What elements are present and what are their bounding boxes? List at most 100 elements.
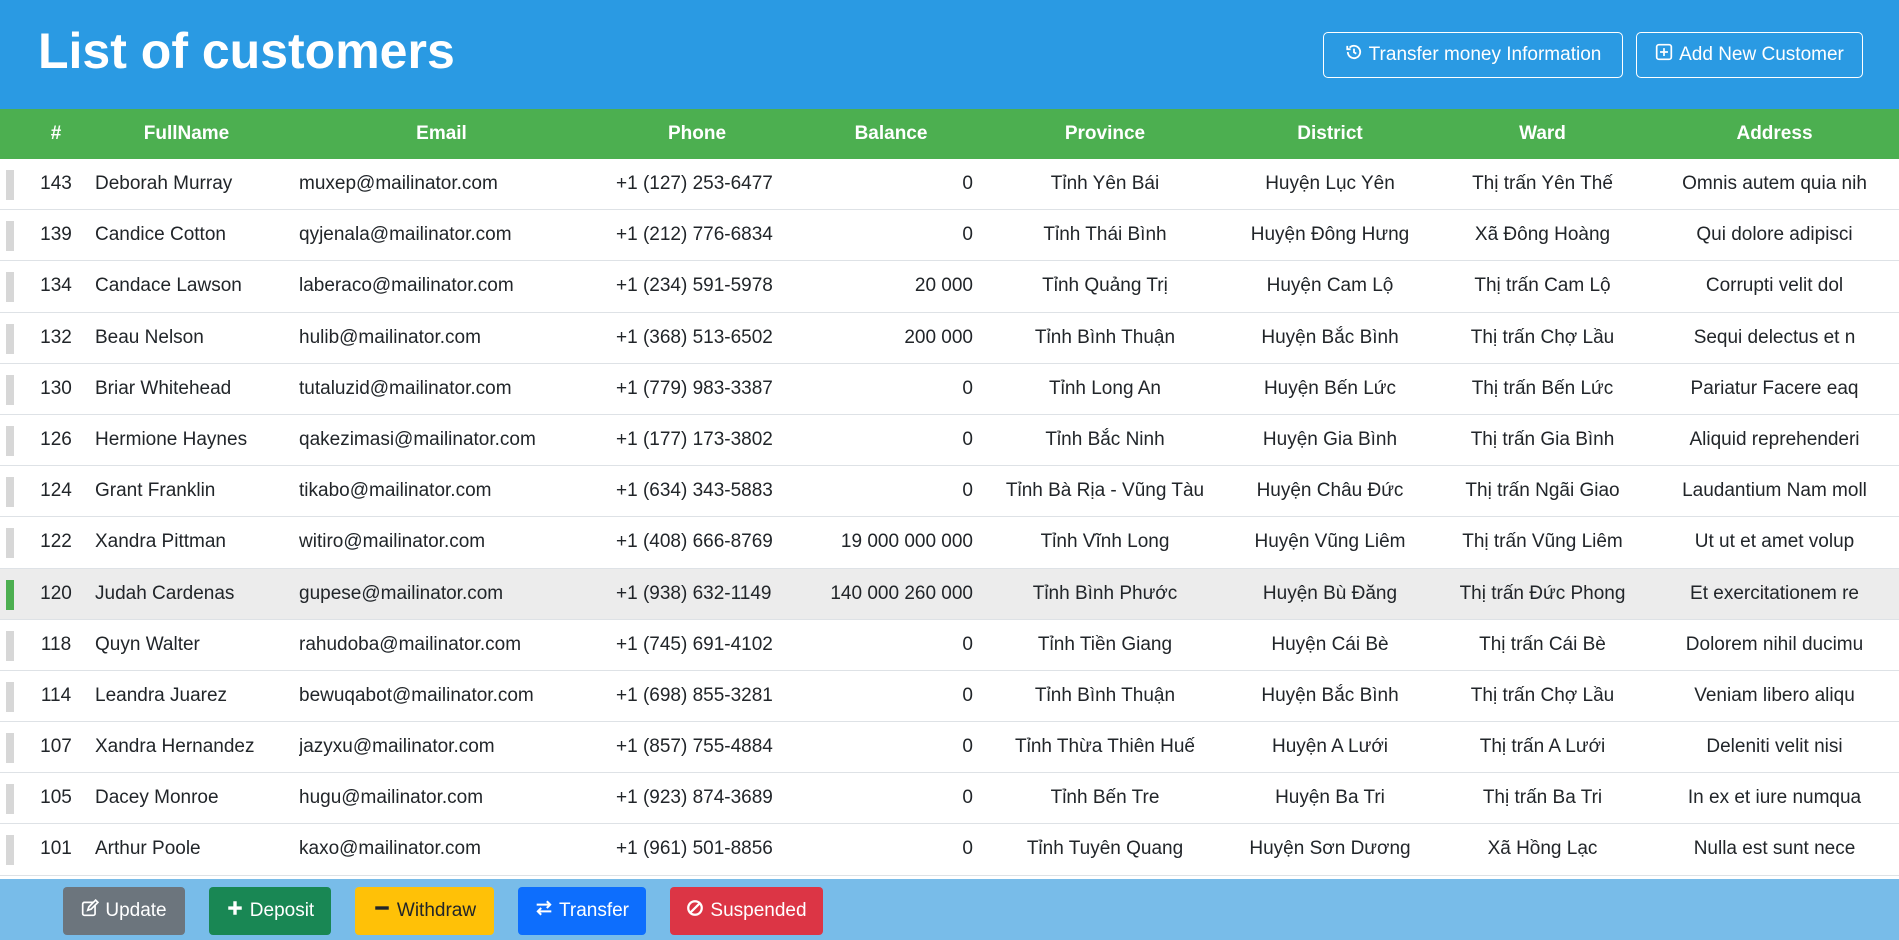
cell-fullname: Xandra Hernandez <box>95 736 255 758</box>
transfer-label: Transfer <box>558 900 630 921</box>
add-customer-label: Add New Customer <box>1679 44 1844 65</box>
cell-address: Dolorem nihil ducimu <box>1685 633 1864 655</box>
cell-phone: +1 (938) 632-1149 <box>616 582 772 604</box>
minus-icon <box>373 899 391 923</box>
cell-balance: 0 <box>962 633 973 655</box>
exchange-icon <box>535 899 553 923</box>
row-select-marker <box>6 221 14 252</box>
cell-fullname: Hermione Haynes <box>95 428 248 450</box>
cell-phone: +1 (857) 755-4884 <box>616 736 773 758</box>
cell-email: muxep@mailinator.com <box>299 173 498 194</box>
update-label: Update <box>105 900 167 921</box>
history-icon <box>1345 43 1363 67</box>
cell-balance: 0 <box>962 480 973 502</box>
cell-fullname: Candace Lawson <box>95 275 242 297</box>
cell-fullname: Judah Cardenas <box>95 582 235 604</box>
cell-id: 114 <box>40 684 72 706</box>
cell-province: Tỉnh Long An <box>1049 377 1161 399</box>
table-row[interactable]: 122 Xandra Pittman witiro@mailinator.com +1… <box>0 517 1899 569</box>
cell-ward: Xã Hồng Lạc <box>1487 838 1598 860</box>
deposit-button[interactable]: Deposit <box>209 887 331 935</box>
row-select-marker <box>6 733 14 764</box>
cell-ward: Thị trấn Yên Thế <box>1472 173 1613 194</box>
transfer-info-button[interactable]: Transfer money Information <box>1323 32 1623 78</box>
cell-province: Tỉnh Yên Bái <box>1050 173 1160 194</box>
cell-ward: Thị trấn Chợ Lầu <box>1470 326 1615 348</box>
page-header: List of customers Transfer money Informa… <box>0 0 1899 109</box>
cell-district: Huyện Đông Hưng <box>1250 224 1410 246</box>
table-row[interactable]: 107 Xandra Hernandez jazyxu@mailinator.com… <box>0 722 1899 774</box>
cell-balance: 0 <box>962 736 973 758</box>
table-row[interactable]: 132 Beau Nelson hulib@mailinator.com +1 (36… <box>0 312 1899 364</box>
suspended-button[interactable]: Suspended <box>670 887 823 935</box>
cell-ward: Thị trấn Vũng Liêm <box>1462 531 1623 553</box>
column-header-email: Email <box>416 123 467 144</box>
cell-phone: +1 (177) 173-3802 <box>616 428 773 450</box>
cell-ward: Thị trấn Cam Lộ <box>1474 275 1611 297</box>
table-row[interactable]: 126 Hermione Haynes qakezimasi@mailinator.… <box>0 414 1899 467</box>
table-row[interactable]: 139 Candice Cotton qyjenala@mailinator.com… <box>0 210 1899 262</box>
table-row[interactable]: 143 Deborah Murray muxep@mailinator.com +1 … <box>0 159 1899 211</box>
table-row[interactable]: 124 Grant Franklin tikabo@mailinator.com +1… <box>0 466 1899 518</box>
add-customer-button[interactable]: Add New Customer <box>1636 32 1863 78</box>
cell-phone: +1 (634) 343-5883 <box>616 480 773 502</box>
cell-province: Tỉnh Tiền Giang <box>1037 633 1173 655</box>
cell-phone: +1 (212) 776-6834 <box>616 224 773 246</box>
row-select-marker <box>6 477 14 508</box>
column-header-address: Address <box>1736 123 1813 144</box>
cell-district: Huyện Sơn Dương <box>1249 838 1411 860</box>
table-row[interactable]: 130 Briar Whitehead tutaluzid@mailinator.c… <box>0 363 1899 415</box>
cell-district: Huyện Châu Đức <box>1256 480 1404 502</box>
cell-district: Huyện Bắc Bình <box>1261 684 1399 706</box>
cell-balance: 20 000 <box>914 275 973 297</box>
transfer-button[interactable]: Transfer <box>518 887 646 935</box>
cell-district: Huyện Ba Tri <box>1275 787 1385 809</box>
cell-id: 107 <box>40 736 72 758</box>
table-row[interactable]: 105 Dacey Monroe hugu@mailinator.com +1 (92… <box>0 773 1899 825</box>
cell-phone: +1 (698) 855-3281 <box>616 684 773 706</box>
row-select-marker <box>6 374 14 405</box>
cell-email: witiro@mailinator.com <box>299 531 486 553</box>
edit-icon <box>81 898 100 923</box>
cell-ward: Thị trấn Đức Phong <box>1459 582 1626 604</box>
cell-email: gupese@mailinator.com <box>299 582 504 604</box>
cell-email: rahudoba@mailinator.com <box>299 633 522 655</box>
cell-phone: +1 (127) 253-6477 <box>616 173 773 194</box>
cell-district: Huyện Bến Lức <box>1263 377 1397 399</box>
row-select-marker <box>6 681 14 712</box>
cell-email: tutaluzid@mailinator.com <box>299 377 512 399</box>
cell-email: hugu@mailinator.com <box>299 787 484 809</box>
cell-fullname: Briar Whitehead <box>95 377 232 399</box>
transfer-info-label: Transfer money Information <box>1368 44 1602 65</box>
cell-district: Huyện A Lưới <box>1271 736 1389 758</box>
table-row[interactable]: 134 Candace Lawson laberaco@mailinator.com… <box>0 261 1899 313</box>
update-button[interactable]: Update <box>63 887 185 935</box>
cell-id: 105 <box>40 787 72 809</box>
deposit-label: Deposit <box>249 900 315 921</box>
table-row[interactable]: 118 Quyn Walter rahudoba@mailinator.com +1 … <box>0 619 1899 671</box>
cell-address: Et exercitationem re <box>1690 582 1859 604</box>
cell-phone: +1 (368) 513-6502 <box>616 326 773 348</box>
cell-district: Huyện Bắc Bình <box>1261 326 1399 348</box>
cell-ward: Thị trấn Bến Lức <box>1471 377 1614 399</box>
cell-address: Omnis autem quia nih <box>1682 173 1867 194</box>
row-select-marker <box>6 425 14 456</box>
cell-balance: 0 <box>962 838 973 860</box>
cell-fullname: Xandra Pittman <box>95 531 226 553</box>
column-header-id: # <box>50 123 62 144</box>
cell-province: Tỉnh Thừa Thiên Huế <box>1015 736 1195 758</box>
cell-phone: +1 (408) 666-8769 <box>616 531 773 553</box>
table-row[interactable]: 101 Arthur Poole kaxo@mailinator.com +1 (96… <box>0 824 1899 876</box>
cell-id: 143 <box>40 173 72 194</box>
cell-province: Tỉnh Bà Rịa - Vũng Tàu <box>1005 480 1205 502</box>
cell-fullname: Leandra Juarez <box>95 684 228 706</box>
column-header-district: District <box>1297 123 1363 144</box>
cell-email: laberaco@mailinator.com <box>299 275 514 297</box>
cell-ward: Thị trấn Gia Bình <box>1470 428 1615 450</box>
withdraw-button[interactable]: Withdraw <box>355 887 494 935</box>
table-row[interactable]: 114 Leandra Juarez bewuqabot@mailinator.co… <box>0 670 1899 723</box>
plus-square-icon <box>1655 43 1673 67</box>
cell-address: Corrupti velit dol <box>1705 275 1844 297</box>
cell-address: Nulla est sunt nece <box>1693 838 1856 860</box>
table-row[interactable]: 120 Judah Cardenas gupese@mailinator.com +1… <box>0 568 1899 620</box>
